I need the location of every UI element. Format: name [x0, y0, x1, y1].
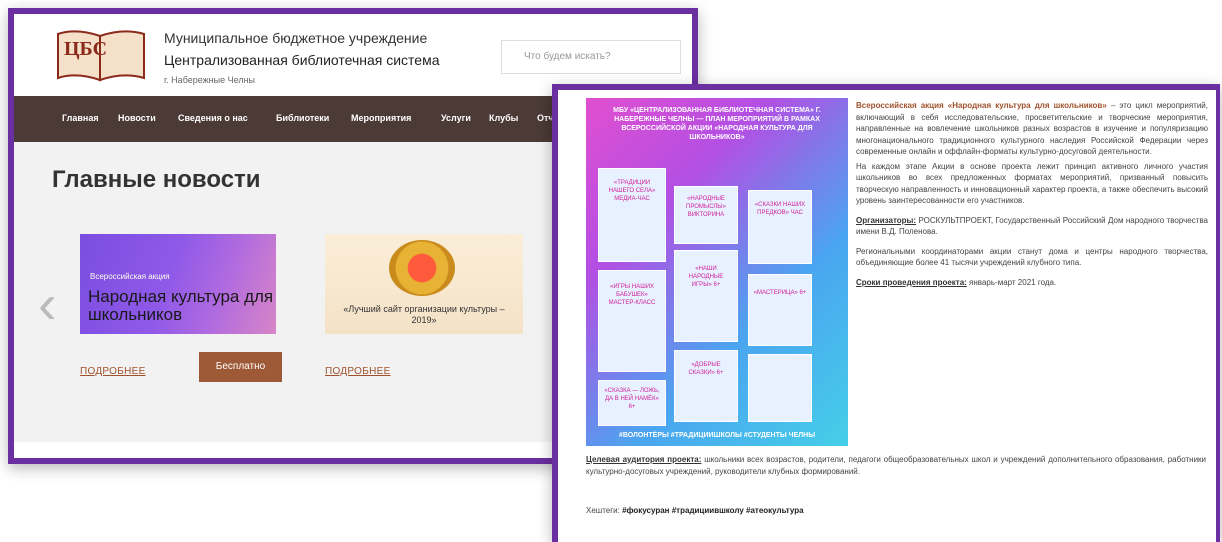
- hashtags-text: #фокусуран #традициившколу #атеокультура: [619, 506, 804, 515]
- audience-paragraph: Целевая аудитория проекта: школьники все…: [586, 454, 1206, 478]
- poster-tile-8: «ДОБРЫЕ СКАЗКИ» 6+: [688, 362, 724, 376]
- free-button[interactable]: Бесплатно: [199, 352, 282, 382]
- card-title: Народная культура для школьников: [88, 287, 274, 324]
- organizers-label: Организаторы:: [856, 215, 917, 225]
- poster-tile-5: «НАШИ НАРОДНЫЕ ИГРЫ» 6+: [688, 266, 724, 288]
- article-para3: Региональными координаторами акции стану…: [856, 246, 1208, 268]
- event-plan-poster: МБУ «ЦЕНТРАЛИЗОВАННАЯ БИБЛИОТЕЧНАЯ СИСТЕ…: [586, 98, 848, 446]
- news-card-best-site[interactable]: «Лучший сайт организации культуры – 2019…: [325, 234, 523, 334]
- nav-item-services[interactable]: Услуги: [441, 113, 471, 123]
- nav-item-events[interactable]: Мероприятия: [351, 113, 411, 123]
- news-card-folk-culture[interactable]: Всероссийская акция Народная культура дл…: [80, 234, 276, 334]
- nav-item-about[interactable]: Сведения о нас: [178, 113, 248, 123]
- section-title: Главные новости: [52, 166, 261, 193]
- poster-tile-7: «СКАЗКА — ЛОЖЬ, ДА В НЕЙ НАМЁК» 6+: [604, 388, 660, 410]
- hashtags-label: Хештеги:: [586, 506, 620, 515]
- card-caption: «Лучший сайт организации культуры – 2019…: [343, 304, 505, 325]
- more-link-2[interactable]: ПОДРОБНЕЕ: [325, 366, 391, 377]
- article-screenshot: МБУ «ЦЕНТРАЛИЗОВАННАЯ БИБЛИОТЕЧНАЯ СИСТЕ…: [552, 84, 1220, 542]
- audience-label: Целевая аудитория проекта:: [586, 455, 702, 464]
- nav-item-home[interactable]: Главная: [62, 113, 99, 123]
- org-name-line2: Централизованная библиотечная система: [164, 52, 440, 68]
- logo-text: ЦБС: [64, 38, 108, 60]
- nav-item-libraries[interactable]: Библиотеки: [276, 113, 329, 123]
- search-input[interactable]: Что будем искать?: [501, 40, 681, 74]
- card-subtitle: Всероссийская акция: [90, 272, 170, 281]
- poster-children-image: [748, 354, 812, 422]
- chevron-left-icon[interactable]: ‹: [38, 276, 57, 332]
- award-medal-icon: [389, 240, 455, 296]
- nav-item-news[interactable]: Новости: [118, 113, 156, 123]
- nav-item-clubs[interactable]: Клубы: [489, 113, 518, 123]
- poster-tile-3: «СКАЗКИ НАШИХ ПРЕДКОВ» ЧАС: [754, 202, 806, 216]
- library-logo[interactable]: ЦБС: [54, 28, 148, 82]
- article-text: Всероссийская акция «Народная культура д…: [856, 100, 1208, 291]
- poster-tile-6: «МАСТЕРИЦА» 6+: [753, 290, 807, 296]
- poster-footer: #ВОЛОНТЁРЫ #ТРАДИЦИИШКОЛЫ #СТУДЕНТЫ ЧЕЛН…: [618, 432, 816, 439]
- article-heading: Всероссийская акция «Народная культура д…: [856, 101, 1107, 110]
- period-text: январь-март 2021 года.: [966, 277, 1057, 287]
- period-label: Сроки проведения проекта:: [856, 277, 967, 287]
- article-para2: На каждом этапе Акции в основе проекта л…: [856, 161, 1208, 206]
- poster-tile-1: «ТРАДИЦИИ НАШЕГО СЕЛА» МЕДИА-ЧАС: [608, 180, 656, 202]
- poster-header: МБУ «ЦЕНТРАЛИЗОВАННАЯ БИБЛИОТЕЧНАЯ СИСТЕ…: [613, 107, 821, 141]
- poster-tile-4: «ИГРЫ НАШИХ БАБУШЕК» МАСТЕР-КЛАСС: [608, 284, 656, 306]
- hashtags: Хештеги: #фокусуран #традициившколу #ате…: [586, 506, 804, 515]
- more-link-1[interactable]: ПОДРОБНЕЕ: [80, 366, 146, 377]
- poster-tile-2: «НАРОДНЫЕ ПРОМЫСЛЫ» ВИКТОРИНА: [686, 196, 726, 218]
- org-city: г. Набережные Челны: [164, 75, 256, 85]
- org-name-line1: Муниципальное бюджетное учреждение: [164, 30, 428, 46]
